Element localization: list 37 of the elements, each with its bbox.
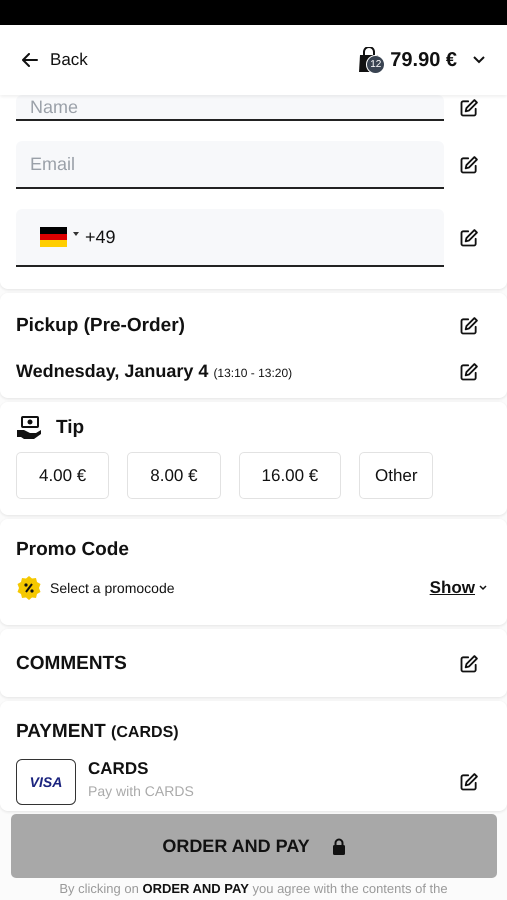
cart-count-badge: 12	[366, 55, 386, 74]
flag-icon[interactable]	[40, 227, 67, 247]
chevron-down-icon	[479, 585, 487, 591]
payment-method-name: CARDS	[88, 759, 150, 779]
lock-icon	[332, 838, 346, 854]
tip-option[interactable]: 16.00 €	[238, 452, 342, 499]
promo-title: Promo Code	[16, 539, 129, 560]
comments-title: COMMENTS	[16, 653, 127, 675]
show-link[interactable]: Show	[430, 578, 487, 598]
edit-icon[interactable]	[459, 316, 479, 336]
edit-icon[interactable]	[459, 772, 479, 792]
edit-icon[interactable]	[459, 654, 479, 674]
promo-hint: Select a promocode	[50, 580, 175, 596]
pickup-title: Pickup (Pre-Order)	[16, 315, 185, 337]
money-hand-icon	[16, 416, 42, 440]
edit-icon[interactable]	[459, 155, 479, 175]
edit-icon[interactable]	[459, 98, 479, 118]
edit-icon[interactable]	[459, 228, 479, 248]
name-field[interactable]: Name	[16, 95, 444, 121]
back-arrow-icon	[22, 53, 38, 67]
card-logo: VISA	[16, 759, 76, 805]
payment-method-description: Pay with CARDS	[88, 783, 194, 799]
tip-title: Tip	[56, 417, 84, 439]
percent-badge-icon	[16, 575, 42, 601]
payment-title: PAYMENT (CARDS)	[16, 721, 179, 742]
order-button[interactable]: ORDER AND PAY	[11, 814, 497, 878]
text-field[interactable]: Email	[16, 141, 444, 189]
edit-icon[interactable]	[459, 362, 479, 382]
tip-option[interactable]: Other	[359, 452, 434, 499]
chevron-down-icon	[473, 56, 485, 64]
pickup-date: Wednesday, January 4 (13:10 - 13:20)	[16, 361, 292, 382]
caret-icon[interactable]	[73, 232, 79, 236]
tip-option[interactable]: 4.00 €	[16, 452, 110, 499]
cart-button[interactable]: 12 79.90 €	[352, 47, 485, 73]
tip-option[interactable]: 8.00 €	[127, 452, 221, 499]
back-button[interactable]: Back	[22, 50, 88, 70]
phone-field[interactable]: +49	[16, 209, 444, 267]
